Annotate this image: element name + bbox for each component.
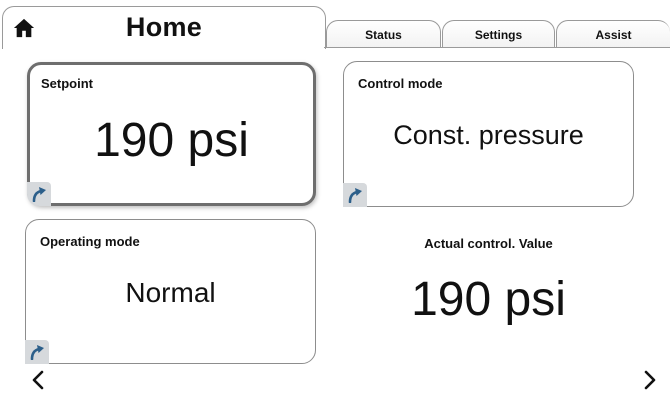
operating-mode-edit-button[interactable] bbox=[25, 340, 49, 364]
setpoint-card[interactable]: Setpoint 190 psi bbox=[27, 62, 316, 206]
operating-mode-card[interactable]: Operating mode Normal bbox=[25, 219, 316, 364]
setpoint-value: 190 psi bbox=[94, 114, 249, 167]
tab-status[interactable]: Status bbox=[326, 20, 441, 48]
screen: Home Status Settings Assist Setpoint 190… bbox=[0, 0, 670, 402]
actual-control-value-label: Actual control. Value bbox=[424, 236, 553, 251]
chevron-left-icon[interactable] bbox=[28, 368, 48, 392]
control-mode-label: Control mode bbox=[358, 76, 443, 91]
tab-settings[interactable]: Settings bbox=[442, 20, 555, 48]
tab-assist[interactable]: Assist bbox=[556, 20, 670, 48]
control-mode-value: Const. pressure bbox=[393, 120, 584, 150]
operating-mode-label: Operating mode bbox=[40, 234, 140, 249]
operating-mode-value: Normal bbox=[125, 277, 216, 308]
chevron-right-icon[interactable] bbox=[640, 368, 660, 392]
header-divider bbox=[324, 47, 670, 48]
edit-arrow-icon bbox=[32, 187, 46, 202]
control-mode-edit-button[interactable] bbox=[343, 183, 367, 207]
header-home: Home bbox=[2, 6, 326, 49]
page-title: Home bbox=[125, 12, 203, 42]
actual-control-value: 190 psi bbox=[411, 273, 566, 326]
edit-arrow-icon bbox=[30, 345, 44, 360]
control-mode-card[interactable]: Control mode Const. pressure bbox=[343, 61, 634, 207]
setpoint-edit-button[interactable] bbox=[27, 182, 51, 206]
edit-arrow-icon bbox=[348, 188, 362, 203]
setpoint-label: Setpoint bbox=[41, 76, 93, 91]
